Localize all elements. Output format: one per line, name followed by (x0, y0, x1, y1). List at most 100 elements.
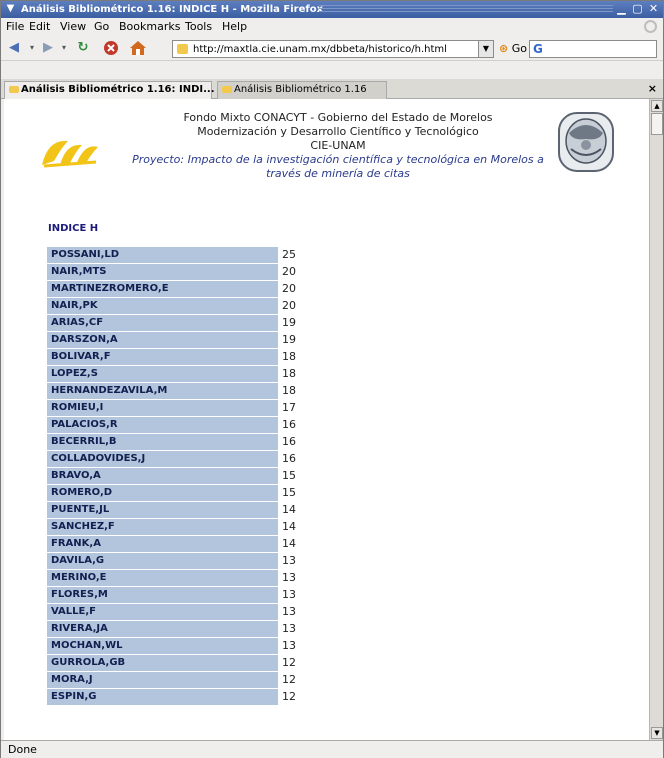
scroll-thumb[interactable] (651, 113, 663, 135)
page-header: Fondo Mixto CONACYT - Gobierno del Estad… (118, 111, 558, 181)
unam-seal (558, 112, 614, 172)
go-button[interactable]: ⊛ Go (499, 42, 527, 56)
cie-logo (42, 140, 98, 168)
menu-bookmarks[interactable]: Bookmarks (119, 20, 180, 34)
h-index-value: 18 (282, 367, 296, 380)
author-name: MARTINEZROMERO,E (47, 281, 278, 297)
table-row: PUENTE,JL 14 (47, 502, 307, 518)
home-icon[interactable] (127, 39, 149, 57)
table-row: MERINO,E 13 (47, 570, 307, 586)
table-row: POSSANI,LD 25 (47, 247, 307, 263)
table-row: PALACIOS,R 16 (47, 417, 307, 433)
author-name: DAVILA,G (47, 553, 278, 569)
h-index-value: 13 (282, 571, 296, 584)
page-content: Fondo Mixto CONACYT - Gobierno del Estad… (4, 99, 649, 740)
h-index-value: 14 (282, 503, 296, 516)
table-row: BOLIVAR,F 18 (47, 349, 307, 365)
author-name: NAIR,MTS (47, 264, 278, 280)
h-index-value: 12 (282, 673, 296, 686)
table-row: BRAVO,A 15 (47, 468, 307, 484)
h-index-value: 16 (282, 435, 296, 448)
menu-view[interactable]: View (60, 20, 86, 34)
author-name: SANCHEZ,F (47, 519, 278, 535)
go-label: Go (511, 42, 527, 55)
h-index-value: 13 (282, 588, 296, 601)
url-text[interactable]: http://maxtla.cie.unam.mx/dbbeta/histori… (193, 43, 447, 56)
url-history-dropdown-icon[interactable]: ▼ (478, 41, 493, 57)
table-row: HERNANDEZAVILA,M 18 (47, 383, 307, 399)
vertical-scrollbar[interactable]: ▲ ▼ (649, 99, 663, 740)
h-index-value: 16 (282, 452, 296, 465)
back-dropdown-icon[interactable]: ▾ (27, 39, 37, 57)
menu-go[interactable]: Go (94, 20, 109, 34)
scroll-down-icon[interactable]: ▼ (651, 727, 663, 739)
table-row: MORA,J 12 (47, 672, 307, 688)
tab-inactive[interactable]: Análisis Bibliométrico 1.16 (217, 81, 387, 99)
author-name: COLLADOVIDES,J (47, 451, 278, 467)
menu-edit[interactable]: Edit (29, 20, 50, 34)
author-name: POSSANI,LD (47, 247, 278, 263)
author-name: RIVERA,JA (47, 621, 278, 637)
title-bar: ▼ Análisis Bibliométrico 1.16: INDICE H … (1, 1, 663, 18)
stop-icon[interactable] (101, 39, 121, 57)
h-index-value: 14 (282, 537, 296, 550)
h-index-value: 20 (282, 299, 296, 312)
author-name: FLORES,M (47, 587, 278, 603)
author-name: FRANK,A (47, 536, 278, 552)
tab-page-icon (9, 86, 19, 93)
table-row: LOPEZ,S 18 (47, 366, 307, 382)
menu-tools[interactable]: Tools (185, 20, 212, 34)
table-row: MOCHAN,WL 13 (47, 638, 307, 654)
author-name: PALACIOS,R (47, 417, 278, 433)
header-line-2: Modernización y Desarrollo Científico y … (197, 125, 479, 138)
google-icon[interactable]: G (533, 42, 543, 57)
h-index-value: 25 (282, 248, 296, 261)
author-name: BRAVO,A (47, 468, 278, 484)
close-icon[interactable]: ✕ (646, 2, 661, 16)
chevron-down-icon[interactable]: ▼ (4, 3, 17, 15)
search-input[interactable]: G (529, 40, 657, 58)
throbber-icon (644, 20, 657, 33)
reload-icon[interactable]: ↻ (73, 39, 93, 57)
table-row: FLORES,M 13 (47, 587, 307, 603)
h-index-value: 20 (282, 265, 296, 278)
table-row: MARTINEZROMERO,E 20 (47, 281, 307, 297)
table-row: VALLE,F 13 (47, 604, 307, 620)
table-row: FRANK,A 14 (47, 536, 307, 552)
author-name: LOPEZ,S (47, 366, 278, 382)
author-name: BECERRIL,B (47, 434, 278, 450)
author-name: ARIAS,CF (47, 315, 278, 331)
table-row: DAVILA,G 13 (47, 553, 307, 569)
status-text: Done (8, 743, 37, 756)
h-index-value: 15 (282, 486, 296, 499)
menu-file[interactable]: File (6, 20, 24, 34)
author-name: ROMIEU,I (47, 400, 278, 416)
h-index-value: 13 (282, 554, 296, 567)
table-row: NAIR,MTS 20 (47, 264, 307, 280)
scroll-up-icon[interactable]: ▲ (651, 100, 663, 112)
h-index-value: 20 (282, 282, 296, 295)
author-name: ESPIN,G (47, 689, 278, 705)
back-arrow-icon[interactable]: ◀ (5, 39, 23, 57)
h-index-value: 12 (282, 690, 296, 703)
tab-active[interactable]: Análisis Bibliométrico 1.16: INDI... (4, 81, 215, 99)
minimize-icon[interactable]: ▁ (614, 2, 629, 16)
h-index-value: 13 (282, 605, 296, 618)
header-line-1: Fondo Mixto CONACYT - Gobierno del Estad… (183, 111, 493, 124)
tab-page-icon (222, 86, 232, 93)
maximize-icon[interactable]: ▢ (630, 2, 645, 16)
forward-dropdown-icon[interactable]: ▾ (59, 39, 69, 57)
table-row: RIVERA,JA 13 (47, 621, 307, 637)
table-row: DARSZON,A 19 (47, 332, 307, 348)
author-name: PUENTE,JL (47, 502, 278, 518)
author-name: MOCHAN,WL (47, 638, 278, 654)
go-icon: ⊛ (499, 42, 509, 55)
url-bar[interactable]: http://maxtla.cie.unam.mx/dbbeta/histori… (172, 40, 494, 58)
tab-bar: Análisis Bibliométrico 1.16: INDI... Aná… (1, 61, 663, 99)
tab-label: Análisis Bibliométrico 1.16 (234, 84, 367, 95)
close-tab-icon[interactable]: × (648, 82, 657, 96)
menu-help[interactable]: Help (222, 20, 247, 34)
page-icon (177, 44, 188, 54)
forward-arrow-icon[interactable]: ▶ (39, 39, 57, 57)
table-row: SANCHEZ,F 14 (47, 519, 307, 535)
